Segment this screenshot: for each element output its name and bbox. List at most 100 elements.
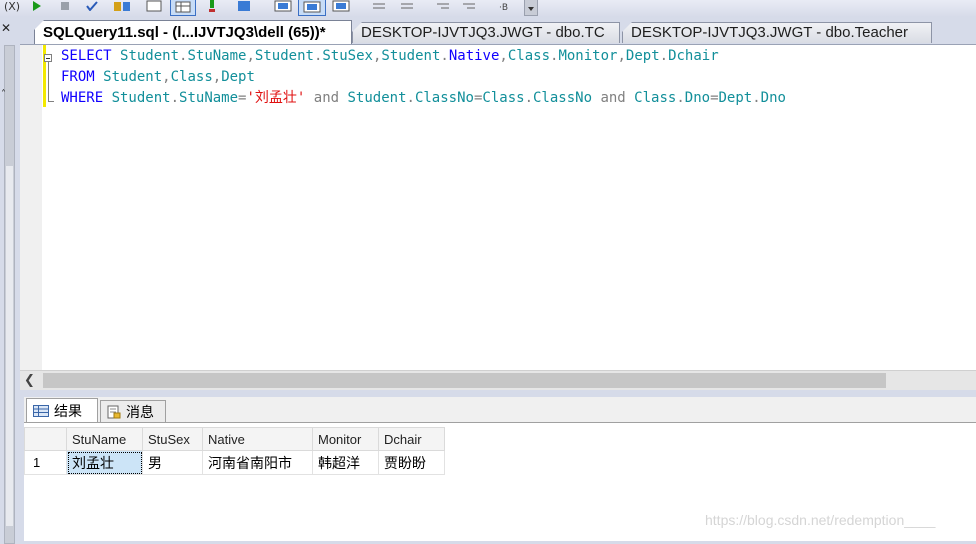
table-cell[interactable]: 河南省南阳市	[202, 450, 313, 475]
toolbar: (X) ·B	[0, 0, 976, 17]
code-token: .	[440, 48, 449, 64]
specify-values-icon[interactable]: ·B	[496, 0, 518, 14]
code-token: Monitor	[558, 48, 618, 64]
code-token: .	[406, 90, 415, 106]
messages-tab-label: 消息	[126, 404, 154, 421]
toolbar-overflow-icon[interactable]	[524, 0, 538, 16]
svg-text:·B: ·B	[499, 3, 508, 12]
include-plan-icon[interactable]	[234, 0, 254, 14]
tab-dbo-teacher[interactable]: DESKTOP-IJVTJQ3.JWGT - dbo.Teacher	[622, 22, 932, 43]
code-token: Dept	[221, 69, 255, 85]
code-token: Dept	[718, 90, 753, 106]
results-to-file-icon[interactable]	[204, 0, 220, 14]
indent-icon[interactable]	[460, 0, 478, 14]
code-token: ,	[246, 48, 255, 64]
code-token: and	[305, 90, 348, 106]
tab-dbo-tc[interactable]: DESKTOP-IJVTJQ3.JWGT - dbo.TC	[352, 22, 620, 43]
column-header[interactable]: StuName	[66, 427, 143, 451]
object-explorer-strip: ✕ ˄	[0, 17, 20, 544]
code-token: Dno	[760, 90, 786, 106]
scrollbar-thumb[interactable]	[43, 373, 886, 388]
pane-splitter[interactable]	[20, 390, 976, 397]
uncomment-icon[interactable]	[298, 0, 326, 16]
plan-icon[interactable]	[112, 0, 134, 14]
table-cell[interactable]: 韩超洋	[312, 450, 379, 475]
query-editor[interactable]: SELECT Student.StuName,Student.StuSex,St…	[20, 44, 976, 371]
code-token: StuName	[179, 90, 239, 106]
code-token: Class	[482, 90, 525, 106]
code-token: Class	[507, 48, 551, 64]
scroll-left-icon[interactable]: ❮	[24, 373, 35, 388]
collapse-toggle-icon[interactable]	[44, 54, 52, 62]
decrease-indent-icon[interactable]	[330, 0, 352, 14]
left-scrollbar[interactable]	[4, 45, 15, 544]
results-table: StuName StuSex Native Monitor Dchair 1 刘…	[24, 427, 445, 475]
row-number[interactable]: 1	[24, 450, 67, 475]
results-to-grid-icon[interactable]	[170, 0, 196, 16]
outline-end	[48, 101, 54, 102]
editor-gutter	[20, 45, 42, 371]
code-token: ClassNo	[414, 90, 474, 106]
align-icon[interactable]	[398, 0, 416, 14]
code-line[interactable]: FROM Student,Class,Dept	[61, 67, 255, 88]
code-token: Class	[634, 90, 677, 106]
close-icon[interactable]: ✕	[1, 21, 11, 35]
left-scrollbar-thumb[interactable]	[6, 166, 13, 526]
code-token: Native	[448, 48, 500, 64]
column-header[interactable]: Monitor	[312, 427, 379, 451]
tab-messages[interactable]: 消息	[100, 400, 166, 422]
increase-indent-icon[interactable]	[370, 0, 388, 14]
code-token: .	[170, 90, 180, 106]
results-to-text-icon[interactable]	[144, 0, 164, 14]
column-header[interactable]: Native	[202, 427, 313, 451]
row-header-corner[interactable]	[24, 427, 67, 451]
tab-results[interactable]: 结果	[26, 398, 98, 422]
table-cell[interactable]: 刘孟壮	[66, 450, 143, 475]
code-token: and	[592, 90, 635, 106]
code-token: '刘孟壮'	[246, 90, 306, 106]
code-line[interactable]: WHERE Student.StuName='刘孟壮' and Student.…	[61, 88, 786, 109]
code-token: Dept	[625, 48, 660, 64]
code-token: .	[752, 90, 761, 106]
stop-icon[interactable]	[58, 0, 72, 14]
results-tab-label: 结果	[54, 403, 82, 420]
tab-label: DESKTOP-IJVTJQ3.JWGT - dbo.Teacher	[631, 24, 909, 41]
code-token: Student	[381, 48, 441, 64]
editor-horizontal-scrollbar[interactable]: ❮	[20, 370, 976, 390]
table-row[interactable]: 1 刘孟壮 男 河南省南阳市 韩超洋 贾盼盼	[24, 450, 445, 475]
code-token: Student	[120, 48, 180, 64]
comment-icon[interactable]	[272, 0, 294, 14]
tab-sqlquery11[interactable]: SQLQuery11.sql - (l...IJVTJQ3\dell (65))…	[34, 20, 352, 44]
code-token: =	[710, 90, 719, 106]
code-token: StuName	[187, 48, 247, 64]
code-token: StuSex	[322, 48, 373, 64]
outdent-icon[interactable]	[434, 0, 452, 14]
code-token: Dchair	[668, 48, 719, 64]
code-token: ,	[212, 69, 222, 85]
cut-label: (X)	[3, 0, 21, 13]
code-token: Student	[103, 69, 163, 85]
table-cell[interactable]: 男	[142, 450, 203, 475]
code-token: ,	[499, 48, 508, 64]
parse-icon[interactable]	[84, 0, 100, 14]
code-line[interactable]: SELECT Student.StuName,Student.StuSex,St…	[61, 46, 719, 67]
grid-icon	[33, 404, 49, 417]
code-token: FROM	[61, 69, 104, 85]
code-token: SELECT	[61, 48, 121, 64]
code-token: Class	[170, 69, 213, 85]
table-cell[interactable]: 贾盼盼	[378, 450, 445, 475]
code-token: .	[659, 48, 669, 64]
outline-line	[48, 62, 49, 102]
chevron-up-icon[interactable]: ˄	[1, 89, 6, 100]
code-token: ,	[162, 69, 171, 85]
code-token: .	[676, 90, 685, 106]
column-header[interactable]: Dchair	[378, 427, 445, 451]
code-token: ClassNo	[533, 90, 593, 106]
execute-icon[interactable]	[30, 0, 44, 14]
messages-icon	[107, 405, 121, 418]
code-token: Student	[111, 90, 171, 106]
watermark: https://blog.csdn.net/redemption____	[705, 512, 936, 528]
code-token: Student	[254, 48, 314, 64]
code-token: Dno	[684, 90, 711, 106]
column-header[interactable]: StuSex	[142, 427, 203, 451]
